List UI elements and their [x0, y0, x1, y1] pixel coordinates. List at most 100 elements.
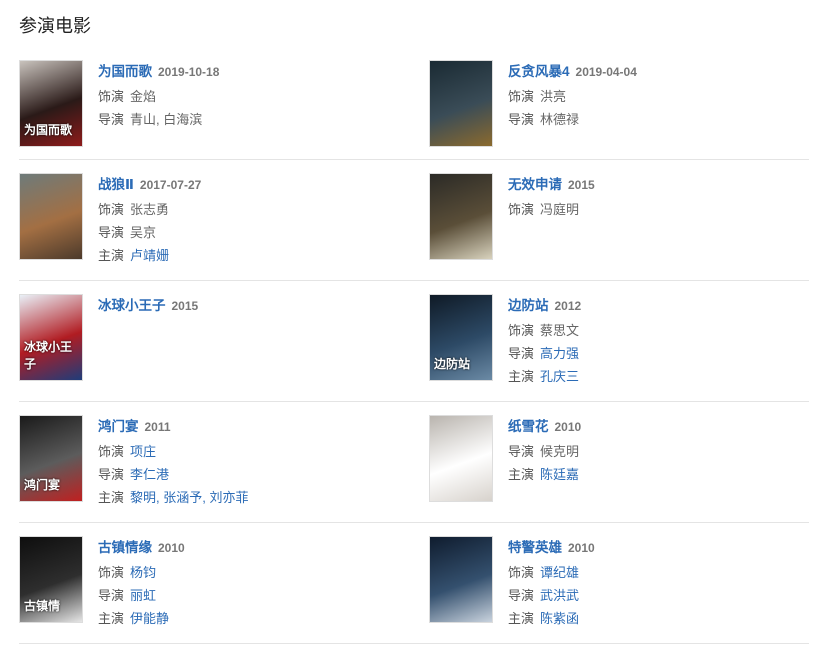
person-link[interactable]: 卢靖姗 [130, 248, 169, 263]
role-label: 导演 [508, 444, 535, 459]
movie-info: 反贪风暴4 2019-04-04 饰演 洪亮 导演 林德禄 [508, 60, 637, 159]
movie-poster[interactable]: 边防站 [429, 294, 493, 381]
movie-date: 2019-04-04 [575, 65, 637, 79]
movie-title-link[interactable]: 反贪风暴4 [508, 64, 570, 79]
role-label: 导演 [98, 112, 125, 127]
movie-title-link[interactable]: 战狼Ⅱ [98, 177, 134, 192]
movie-poster[interactable]: 古镇情 [19, 536, 83, 623]
movie-card: 战狼Ⅱ 2017-07-27 饰演 张志勇 导演 吴京 主演 卢靖姗 [19, 161, 429, 280]
movie-title-link[interactable]: 特警英雄 [508, 540, 562, 555]
movie-title-line: 鸿门宴 2011 [98, 415, 248, 439]
person-link[interactable]: 孔庆三 [540, 369, 579, 384]
section-title: 参演电影 [19, 16, 91, 36]
movie-poster[interactable] [429, 173, 493, 260]
role-label: 饰演 [98, 202, 125, 217]
poster-art [430, 416, 492, 501]
movie-poster[interactable] [429, 415, 493, 502]
movie-title-link[interactable]: 为国而歌 [98, 64, 152, 79]
role-label: 饰演 [98, 89, 125, 104]
role-label: 主演 [98, 248, 125, 263]
role-line: 饰演 项庄 [98, 440, 248, 463]
movie-info: 鸿门宴 2011 饰演 项庄 导演 李仁港 主演 黎明, 张涵予, 刘亦菲 [98, 415, 248, 522]
movie-poster[interactable]: 鸿门宴 [19, 415, 83, 502]
movie-title-line: 特警英雄 2010 [508, 536, 595, 560]
person-link[interactable]: 李仁港 [130, 467, 169, 482]
movie-title-link[interactable]: 古镇情缘 [98, 540, 152, 555]
movie-info: 为国而歌 2019-10-18 饰演 金焰 导演 青山, 白海滨 [98, 60, 219, 159]
role-label: 饰演 [98, 444, 125, 459]
role-line: 导演 李仁港 [98, 463, 248, 486]
poster-text: 冰球小王子 [24, 340, 73, 371]
role-line: 导演 武洪武 [508, 584, 595, 607]
role-line: 主演 黎明, 张涵予, 刘亦菲 [98, 486, 248, 509]
movie-title-link[interactable]: 纸雪花 [508, 419, 549, 434]
role-label: 主演 [508, 467, 535, 482]
movie-row: 鸿门宴 鸿门宴 2011 饰演 项庄 导演 李仁港 主演 黎明, 张涵予, 刘亦菲 纸雪花 2010… [19, 403, 809, 523]
role-line: 导演 丽虹 [98, 584, 185, 607]
movie-card: 鸿门宴 鸿门宴 2011 饰演 项庄 导演 李仁港 主演 黎明, 张涵予, 刘亦菲 [19, 403, 429, 522]
person-name: 金焰 [130, 89, 157, 104]
person-name: 吴京 [130, 225, 157, 240]
movie-title-link[interactable]: 无效申请 [508, 177, 562, 192]
person-link[interactable]: 陈紫函 [540, 611, 579, 626]
role-label: 导演 [508, 112, 535, 127]
movie-title-line: 古镇情缘 2010 [98, 536, 185, 560]
poster-art [20, 174, 82, 259]
person-name: 张志勇 [130, 202, 170, 217]
movie-poster[interactable]: 为国而歌 [19, 60, 83, 147]
movie-title-link[interactable]: 冰球小王子 [98, 298, 166, 313]
movie-title-link[interactable]: 鸿门宴 [98, 419, 139, 434]
movie-date: 2015 [171, 299, 199, 313]
movie-row: 古镇情 古镇情缘 2010 饰演 杨钧 导演 丽虹 主演 伊能静 特警英雄 2010 饰演 谭纪雄 导演武… [19, 524, 809, 644]
movie-info: 战狼Ⅱ 2017-07-27 饰演 张志勇 导演 吴京 主演 卢靖姗 [98, 173, 201, 280]
person-link[interactable]: 武洪武 [540, 588, 579, 603]
movie-date: 2010 [568, 541, 595, 555]
role-line: 饰演 杨钧 [98, 561, 185, 584]
movie-info: 特警英雄 2010 饰演 谭纪雄 导演 武洪武 主演 陈紫函 [508, 536, 595, 643]
person-link[interactable]: 高力强 [540, 346, 579, 361]
role-label: 主演 [508, 369, 535, 384]
movie-poster[interactable] [429, 60, 493, 147]
movie-info: 古镇情缘 2010 饰演 杨钧 导演 丽虹 主演 伊能静 [98, 536, 185, 643]
movie-date: 2017-07-27 [139, 178, 202, 192]
role-line: 导演 青山, 白海滨 [98, 108, 219, 131]
role-label: 主演 [98, 611, 125, 626]
role-label: 主演 [98, 490, 125, 505]
person-link[interactable]: 项庄 [130, 444, 156, 459]
movie-poster[interactable] [429, 536, 493, 623]
role-label: 导演 [98, 225, 125, 240]
movie-title-line: 战狼Ⅱ 2017-07-27 [98, 173, 201, 197]
person-link[interactable]: 陈廷嘉 [540, 467, 579, 482]
person-link[interactable]: 伊能静 [130, 611, 169, 626]
movie-poster[interactable]: 冰球小王子 [19, 294, 83, 381]
movie-date: 2011 [144, 420, 171, 434]
person-name: 蔡思文 [540, 323, 580, 338]
role-label: 饰演 [98, 565, 125, 580]
movie-row: 冰球小王子 冰球小王子 2015 边防站 边防站 2012 饰演 蔡思文 导演 高力强 主演 孔庆三 [19, 282, 809, 402]
person-name: 洪亮 [540, 89, 567, 104]
role-line: 主演 陈廷嘉 [508, 463, 581, 486]
person-name: 冯庭明 [540, 202, 580, 217]
role-label: 饰演 [508, 323, 535, 338]
movie-card: 特警英雄 2010 饰演 谭纪雄 导演 武洪武 主演 陈紫函 [429, 524, 809, 643]
person-link[interactable]: 杨钧 [130, 565, 156, 580]
movie-title-line: 无效申请 2015 [508, 173, 595, 197]
poster-text: 边防站 [434, 357, 471, 371]
movie-info: 纸雪花 2010 导演 候克明 主演 陈廷嘉 [508, 415, 581, 522]
person-link[interactable]: 黎明, 张涵予, 刘亦菲 [130, 490, 248, 505]
poster-art [430, 537, 492, 622]
movie-row: 为国而歌 为国而歌 2019-10-18 饰演 金焰 导演 青山, 白海滨 反贪风暴4 2019… [19, 48, 809, 160]
person-link[interactable]: 谭纪雄 [540, 565, 579, 580]
poster-art [430, 174, 492, 259]
movie-date: 2010 [158, 541, 185, 555]
movie-title-link[interactable]: 边防站 [508, 298, 549, 313]
movie-title-line: 冰球小王子 2015 [98, 294, 198, 318]
movie-poster[interactable] [19, 173, 83, 260]
poster-text: 鸿门宴 [24, 478, 61, 492]
person-link[interactable]: 丽虹 [130, 588, 156, 603]
movie-card: 边防站 边防站 2012 饰演 蔡思文 导演 高力强 主演 孔庆三 [429, 282, 809, 401]
role-label: 饰演 [508, 202, 535, 217]
role-line: 饰演 谭纪雄 [508, 561, 595, 584]
movie-card: 无效申请 2015 饰演 冯庭明 [429, 161, 809, 280]
movie-title-line: 边防站 2012 [508, 294, 581, 318]
